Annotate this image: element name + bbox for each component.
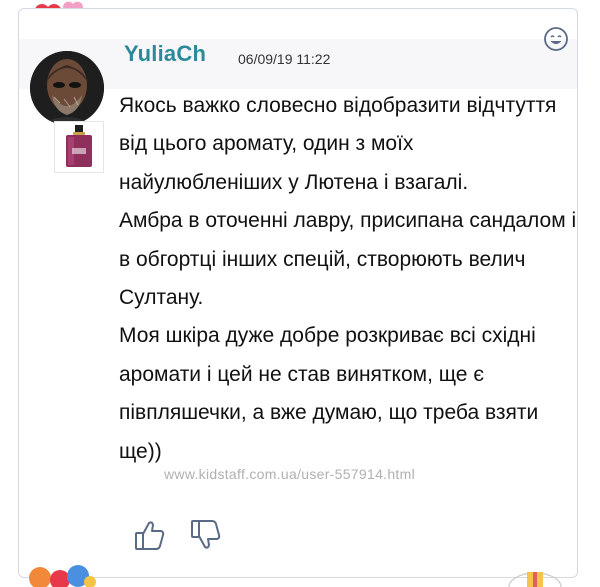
thumbs-down-icon[interactable]: [188, 517, 224, 553]
user-avatar[interactable]: [30, 51, 104, 125]
comment-paragraph: Моя шкіра дуже добре розкриває всі східн…: [119, 324, 539, 463]
username[interactable]: YuliaCh: [124, 41, 206, 67]
thumbs-up-icon[interactable]: [132, 517, 168, 553]
smiley-face-icon[interactable]: [542, 25, 570, 53]
comment-paragraph: Якось важко словесно відобразити відчтут…: [119, 94, 557, 194]
perfume-bottle-icon: [66, 125, 92, 167]
site-watermark: www.kidstaff.com.ua/user-557914.html: [164, 466, 415, 482]
perfume-bottle-thumbnail[interactable]: [54, 121, 104, 173]
comment-card: YuliaCh 06/09/19 11:22 Якось важко слове…: [18, 8, 578, 578]
balloons-decoration: [29, 565, 96, 587]
gift-box-icon: [508, 572, 562, 587]
comment-paragraph: Амбра в оточенні лавру, присипана сандал…: [119, 209, 577, 310]
comment-text: Якось важко словесно відобразити відчтут…: [119, 87, 581, 471]
post-timestamp: 06/09/19 11:22: [238, 51, 331, 67]
avatar-image: [30, 51, 104, 125]
